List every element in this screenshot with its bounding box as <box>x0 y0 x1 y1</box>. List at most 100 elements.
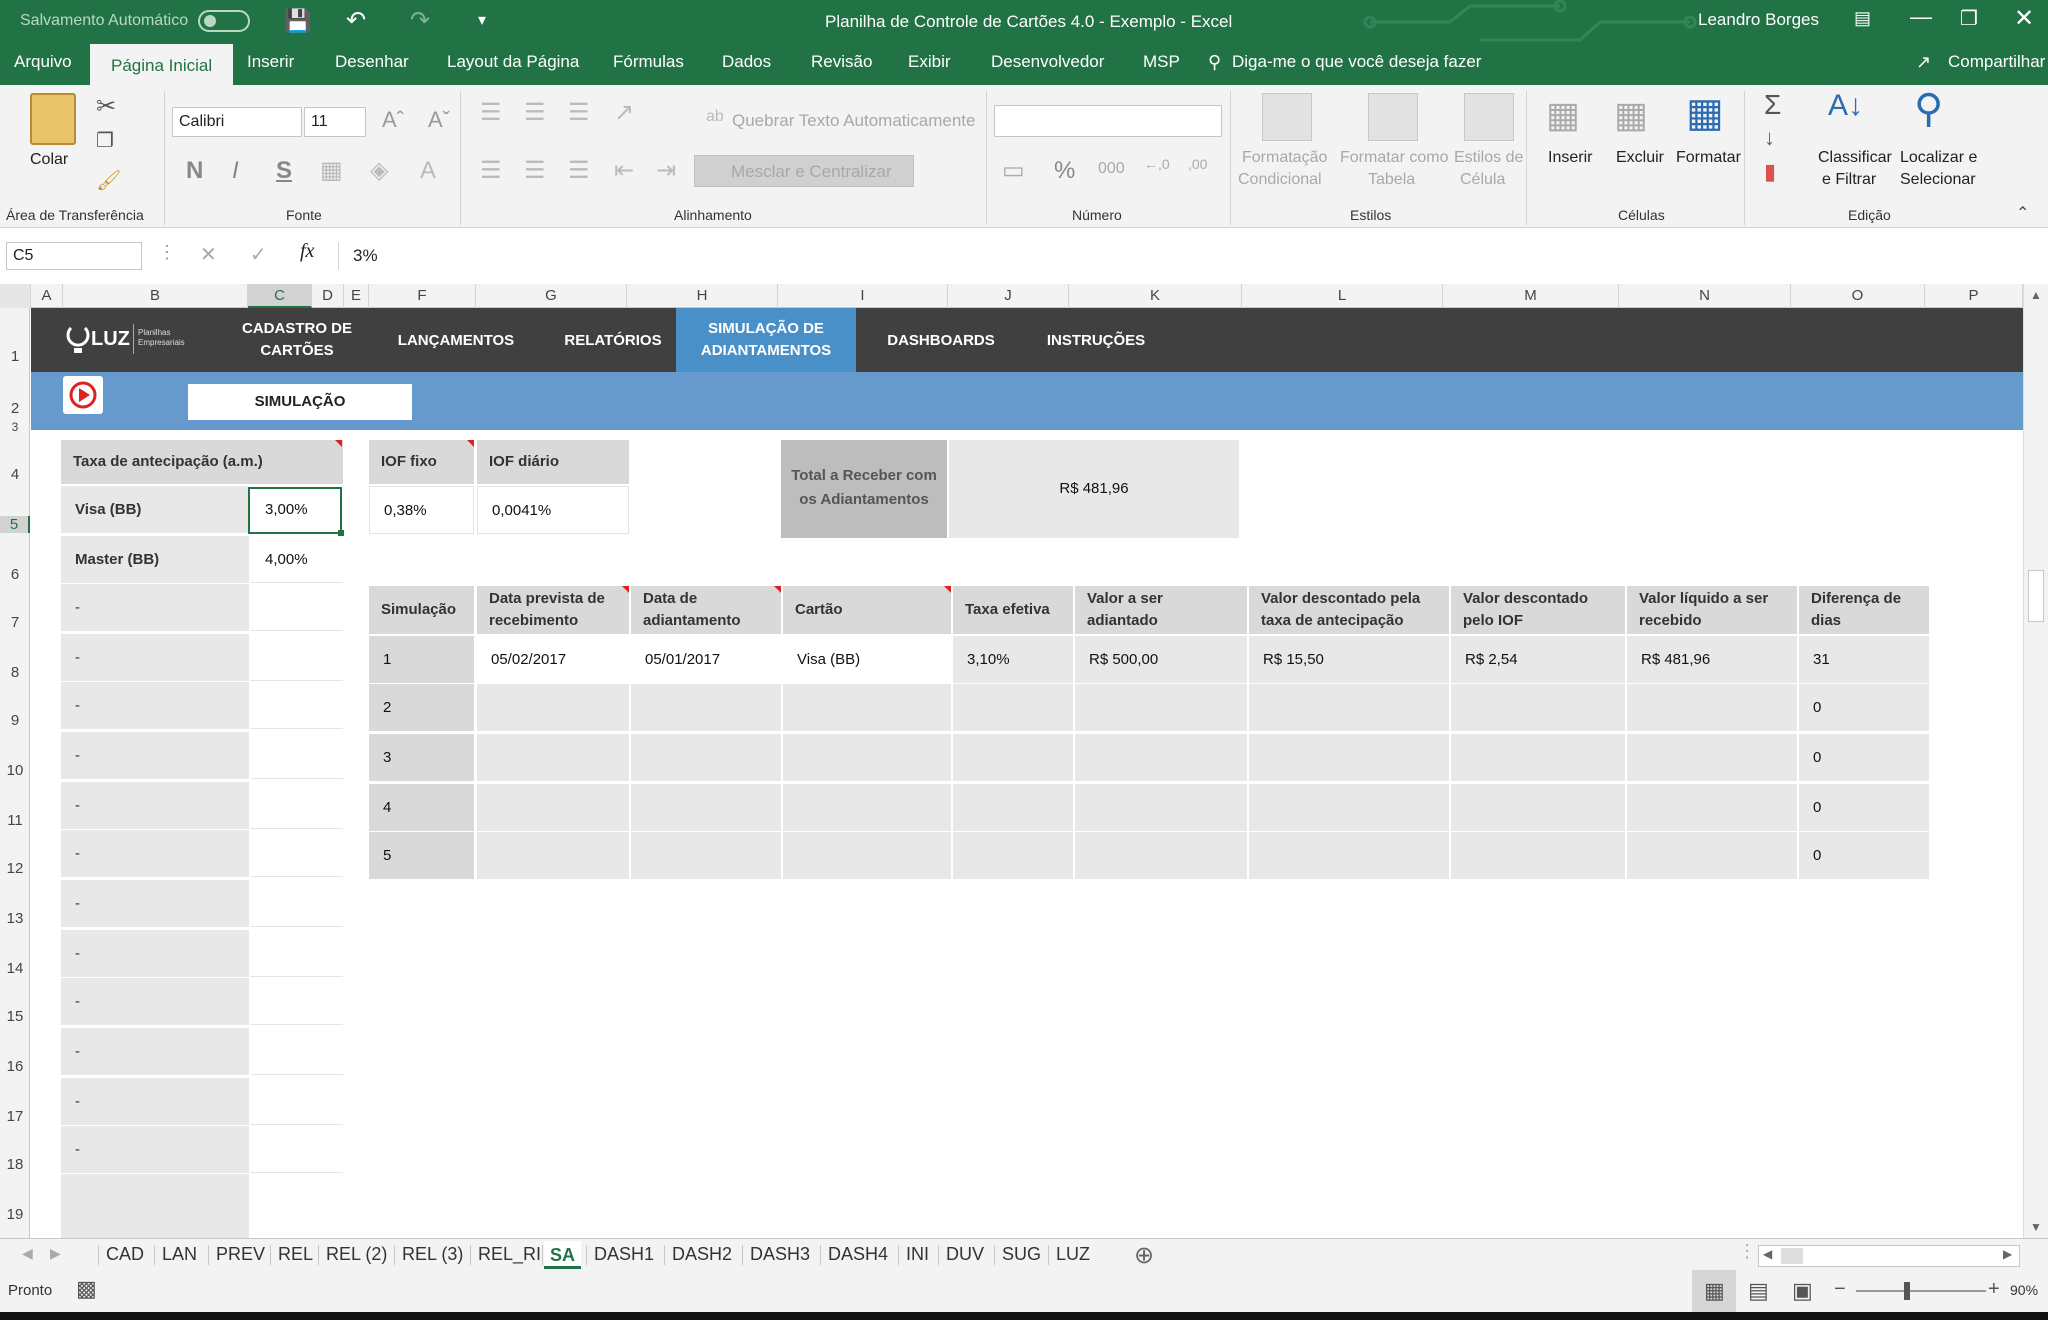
conditional-formatting-line2[interactable]: Condicional <box>1238 171 1322 189</box>
fill-color-icon[interactable]: ◈ <box>370 159 388 183</box>
align-center-icon[interactable]: ☰ <box>524 159 546 183</box>
sim-cell[interactable] <box>953 684 1073 731</box>
total-value[interactable]: R$ 481,96 <box>949 440 1239 538</box>
copy-icon[interactable]: ❐ <box>96 131 114 151</box>
row-header[interactable]: 15 <box>0 1008 30 1025</box>
wrap-text-button[interactable]: Quebrar Texto Automaticamente <box>732 111 976 131</box>
sheet-tab[interactable]: INI <box>906 1244 929 1265</box>
tell-me-input[interactable]: Diga-me o que você deseja fazer <box>1232 52 1481 72</box>
format-painter-icon[interactable]: 🖌 <box>96 171 121 191</box>
nav-relatorios[interactable]: RELATÓRIOS <box>551 330 675 352</box>
row-header[interactable]: 10 <box>0 762 30 779</box>
borders-icon[interactable]: ▦ <box>320 159 343 183</box>
sheet-tab[interactable]: SA <box>544 1241 582 1269</box>
find-select-line2[interactable]: Selecionar <box>1900 171 1976 189</box>
select-all-corner[interactable] <box>0 284 31 308</box>
row-header[interactable]: 16 <box>0 1058 30 1075</box>
insert-button[interactable]: Inserir <box>1548 149 1592 167</box>
sheet-tab[interactable]: SUG <box>1002 1244 1041 1265</box>
rate-value[interactable]: 4,00% <box>251 536 343 583</box>
page-layout-view-icon[interactable]: ▤ <box>1748 1278 1769 1304</box>
sim-cell[interactable] <box>783 734 951 781</box>
tab-msp[interactable]: MSP <box>1143 52 1180 72</box>
decrease-font-icon[interactable]: Aˇ <box>428 109 450 131</box>
fill-handle[interactable] <box>338 530 344 536</box>
increase-indent-icon[interactable]: ⇥ <box>656 159 676 183</box>
increase-decimal-icon[interactable]: ←,0 <box>1144 157 1170 171</box>
rate-value[interactable] <box>251 682 343 729</box>
sim-cell[interactable] <box>631 684 781 731</box>
number-format-dropdown[interactable] <box>994 105 1222 137</box>
column-header[interactable]: B <box>63 284 248 308</box>
scroll-down-icon[interactable]: ▼ <box>2030 1220 2042 1234</box>
sim-cell[interactable] <box>477 684 629 731</box>
sim-cell[interactable]: R$ 500,00 <box>1075 636 1247 683</box>
scroll-up-icon[interactable]: ▲ <box>2030 288 2042 302</box>
tab-layout-da-pagina[interactable]: Layout da Página <box>447 52 579 72</box>
align-right-icon[interactable]: ☰ <box>568 159 590 183</box>
sim-cell[interactable] <box>783 832 951 879</box>
tab-desenvolvedor[interactable]: Desenvolvedor <box>991 52 1104 72</box>
sim-cell[interactable] <box>953 784 1073 831</box>
rate-value[interactable] <box>251 978 343 1025</box>
rate-value[interactable] <box>251 880 343 927</box>
sim-cell[interactable] <box>783 784 951 831</box>
sim-cell[interactable] <box>953 734 1073 781</box>
sheet-tab[interactable]: REL (2) <box>326 1244 387 1265</box>
sim-cell[interactable] <box>1249 784 1449 831</box>
column-header[interactable]: O <box>1791 284 1925 308</box>
cell-styles-line1[interactable]: Estilos de <box>1454 149 1523 167</box>
tab-inserir[interactable]: Inserir <box>247 52 294 72</box>
next-sheet-icon[interactable]: ▶ <box>50 1245 61 1262</box>
paste-icon[interactable] <box>30 93 76 145</box>
format-as-table-line2[interactable]: Tabela <box>1368 171 1415 189</box>
row-header[interactable]: 13 <box>0 910 30 927</box>
orientation-icon[interactable]: ↗ <box>614 101 634 125</box>
tab-desenhar[interactable]: Desenhar <box>335 52 409 72</box>
sheet-tab[interactable]: DASH2 <box>672 1244 732 1265</box>
nav-dashboards[interactable]: DASHBOARDS <box>861 330 1021 352</box>
clear-icon[interactable]: ▮ <box>1764 161 1776 183</box>
tab-formulas[interactable]: Fórmulas <box>613 52 684 72</box>
sim-cell[interactable] <box>1075 734 1247 781</box>
row-header[interactable]: 18 <box>0 1156 30 1173</box>
scroll-right-icon[interactable]: ▶ <box>2003 1247 2012 1261</box>
sheet-tab[interactable]: DUV <box>946 1244 984 1265</box>
column-header[interactable]: C <box>248 284 312 308</box>
row-header[interactable]: 3 <box>0 420 30 434</box>
selected-cell-c5[interactable] <box>248 487 342 534</box>
rate-card-name[interactable]: - <box>61 1078 249 1125</box>
increase-font-icon[interactable]: Aˆ <box>382 109 404 131</box>
tab-revisao[interactable]: Revisão <box>811 52 872 72</box>
collapse-ribbon-icon[interactable]: ⌃ <box>2016 203 2029 223</box>
rate-value[interactable] <box>251 930 343 977</box>
sim-cell[interactable]: 0 <box>1799 832 1929 879</box>
rate-value[interactable] <box>251 830 343 877</box>
zoom-in-icon[interactable]: + <box>1988 1278 2000 1301</box>
merge-center-button[interactable]: Mesclar e Centralizar <box>694 155 914 187</box>
sim-cell[interactable]: 0 <box>1799 784 1929 831</box>
tab-arquivo[interactable]: Arquivo <box>14 52 72 72</box>
accounting-format-icon[interactable]: ▭ <box>1002 159 1025 183</box>
scroll-thumb[interactable] <box>2028 570 2044 622</box>
sim-cell[interactable]: 31 <box>1799 636 1929 683</box>
sim-cell[interactable] <box>1249 832 1449 879</box>
align-bottom-icon[interactable]: ☰ <box>568 101 590 125</box>
autosum-icon[interactable]: Σ <box>1764 91 1781 119</box>
horizontal-scrollbar[interactable]: ◀ ▶ <box>1758 1245 2020 1267</box>
sim-cell[interactable] <box>477 734 629 781</box>
sim-number[interactable]: 3 <box>369 734 474 781</box>
user-name[interactable]: Leandro Borges <box>1698 10 1819 30</box>
rate-value[interactable] <box>251 732 343 779</box>
rate-card-name[interactable]: - <box>61 930 249 977</box>
rate-value[interactable] <box>251 1126 343 1173</box>
rate-value[interactable] <box>251 584 343 631</box>
rate-card-name[interactable]: - <box>61 584 249 631</box>
nav-lancamentos[interactable]: LANÇAMENTOS <box>381 330 531 352</box>
comment-indicator[interactable] <box>774 586 781 593</box>
font-name-box[interactable]: Calibri <box>172 107 302 137</box>
row-header[interactable]: 2 <box>0 400 30 417</box>
rate-value[interactable] <box>251 782 343 829</box>
decrease-decimal-icon[interactable]: ,00 <box>1188 157 1207 171</box>
row-header[interactable]: 19 <box>0 1206 30 1223</box>
